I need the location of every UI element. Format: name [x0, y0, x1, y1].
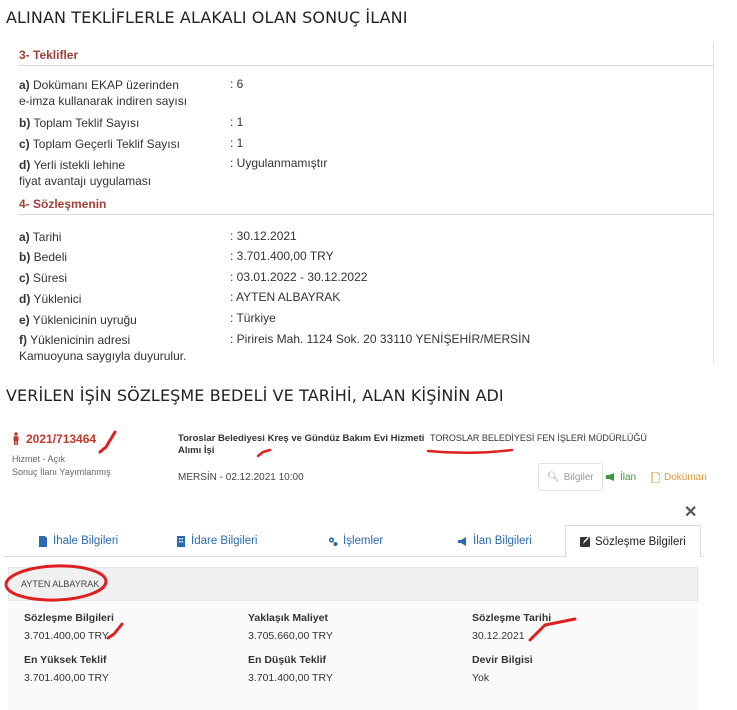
lowest-offer-label: En Düşük Teklif — [248, 654, 326, 666]
highest-offer-value: 3.701.400,00 TRY — [24, 672, 109, 684]
document-icon — [39, 535, 47, 547]
contract-date-value: 30.12.2021 — [472, 630, 525, 642]
building-icon — [177, 535, 185, 547]
offers-row-d-label: d) Yerli istekli lehine fiyat avantajı u… — [19, 158, 152, 188]
approx-cost-label: Yaklaşık Maliyet — [248, 612, 328, 624]
tab-administration-info[interactable]: İdare Bilgileri — [176, 525, 257, 557]
tab-operations[interactable]: İşlemler — [328, 525, 383, 557]
contract-row-a-value: : 30.12.2021 — [230, 229, 297, 243]
search-icon: 🔍︎ — [547, 471, 560, 483]
winner-name: AYTEN ALBAYRAK — [21, 579, 100, 589]
offers-row-a-label: a) Dokümanı EKAP üzerinden e-imza kullan… — [19, 78, 188, 108]
document-button[interactable]: Doküman — [651, 463, 707, 491]
announcement-button[interactable]: İlan — [605, 463, 636, 491]
tab-announcement-info[interactable]: İlan Bilgileri — [458, 525, 532, 557]
offers-row-b-value: : 1 — [230, 115, 244, 129]
contract-row-d-label: d) Yüklenici — [19, 292, 82, 306]
contract-row-b-value: : 3.701.400,00 TRY — [230, 249, 334, 263]
tender-status: Sonuç İlanı Yayımlanmış — [12, 467, 111, 477]
tender-ikn-text: 2021/713464 — [26, 432, 97, 446]
gears-icon — [328, 536, 338, 546]
contract-row-c-label: c) Süresi — [19, 271, 68, 285]
lowest-offer-value: 3.701.400,00 TRY — [248, 672, 333, 684]
person-icon — [13, 432, 19, 445]
contract-row-e-label: e) Yüklenicinin uyruğu — [19, 313, 137, 327]
contract-row-f-value: : Pirireis Mah. 1124 Sok. 20 33110 YENİŞ… — [230, 332, 531, 346]
contract-amount-value: 3.701.400,00 TRY — [24, 630, 109, 642]
work-title: Toroslar Belediyesi Kreş ve Gündüz Bakım… — [178, 433, 425, 456]
offers-row-c-value: : 1 — [230, 136, 244, 150]
underline-annotation — [426, 448, 514, 455]
bottom-heading: VERİLEN İŞİN SÖZLEŞME BEDELİ VE TARİHİ, … — [6, 386, 504, 405]
megaphone-icon — [458, 536, 466, 546]
offers-row-a-value: : 6 — [230, 77, 244, 91]
result-announcement-panel: 3- Teklifler a) Dokümanı EKAP üzerinden … — [12, 42, 714, 364]
info-button[interactable]: 🔍︎ Bilgiler — [538, 463, 603, 491]
offers-row-c-label: c) Toplam Geçerli Teklif Sayısı — [19, 137, 180, 151]
contract-info-grid: Sözleşme Bilgileri 3.701.400,00 TRY Yakl… — [8, 602, 698, 710]
highest-offer-label: En Yüksek Teklif — [24, 654, 107, 666]
administration-name: TOROSLAR BELEDİYESİ FEN İŞLERİ MÜDÜRLÜĞÜ — [430, 433, 647, 443]
offers-row-b-label: b) Toplam Teklif Sayısı — [19, 116, 140, 130]
contract-amount-label: Sözleşme Bilgileri — [24, 612, 114, 624]
section-divider — [18, 65, 714, 66]
tender-ikn[interactable]: 2021/713464 — [12, 432, 96, 446]
transfer-info-value: Yok — [472, 672, 490, 684]
contract-date-label: Sözleşme Tarihi — [472, 612, 552, 624]
checkmark-annotation — [98, 430, 117, 454]
contract-row-d-value: : AYTEN ALBAYRAK — [230, 290, 341, 304]
section-divider — [18, 214, 714, 215]
offers-section-title: 3- Teklifler — [19, 48, 79, 62]
transfer-info-label: Devir Bilgisi — [472, 654, 533, 666]
document-icon — [651, 471, 660, 483]
contract-row-e-value: : Türkiye — [230, 311, 276, 325]
offers-row-d-value: : Uygulanmamıştır — [230, 156, 328, 170]
winner-bar: AYTEN ALBAYRAK — [8, 567, 698, 601]
contract-row-f-label: f) Yüklenicinin adresi Kamuoyuna saygıyl… — [19, 333, 187, 363]
detail-tabs: İhale Bilgileri İdare Bilgileri İşlemler… — [4, 525, 704, 558]
top-heading: ALINAN TEKLİFLERLE ALAKALI OLAN SONUÇ İL… — [6, 8, 408, 27]
contract-row-c-value: : 03.01.2022 - 30.12.2022 — [230, 270, 368, 284]
close-icon[interactable]: ✕ — [684, 502, 697, 522]
tab-tender-info[interactable]: İhale Bilgileri — [38, 525, 118, 557]
tender-detail-screen: 2021/713464 Hizmet - Açık Sonuç İlanı Ya… — [0, 422, 737, 710]
tab-contract-info[interactable]: Sözleşme Bilgileri — [565, 525, 701, 558]
edit-icon — [580, 537, 590, 547]
contract-section-title: 4- Sözleşmenin — [19, 197, 107, 211]
approx-cost-value: 3.705.660,00 TRY — [248, 630, 333, 642]
tender-type: Hizmet - Açık — [12, 454, 66, 464]
megaphone-icon — [606, 473, 614, 481]
contract-row-b-label: b) Bedeli — [19, 250, 68, 264]
contract-row-a-label: a) Tarihi — [19, 230, 62, 244]
location-date: MERSİN - 02.12.2021 10:00 — [178, 472, 304, 483]
